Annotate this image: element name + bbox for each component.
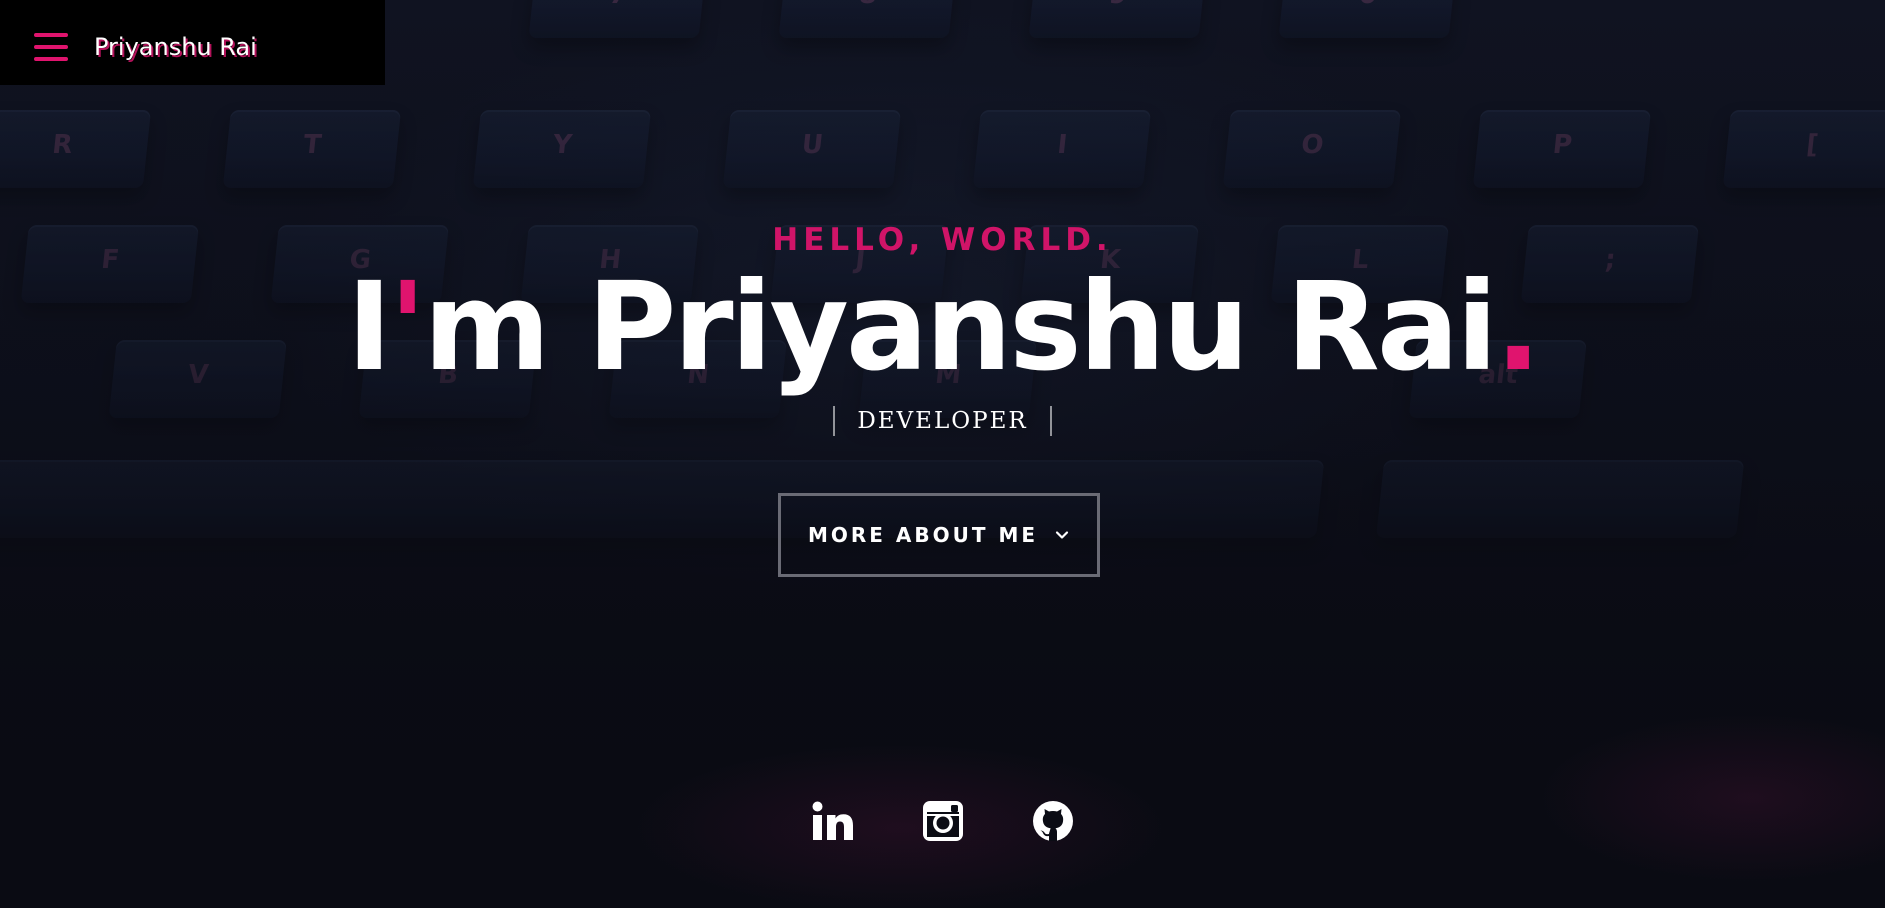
linkedin-link[interactable] — [812, 800, 854, 842]
hero-greeting: HELLO, WORLD. — [772, 222, 1113, 258]
hero-content: HELLO, WORLD. I'm Priyanshu Rai. DEVELOP… — [0, 0, 1885, 908]
hero-title: I'm Priyanshu Rai. — [0, 262, 1885, 392]
top-bar: Priyanshu Rai — [0, 0, 385, 85]
github-icon — [1032, 801, 1073, 841]
title-prefix: I — [346, 256, 392, 398]
more-about-me-button[interactable]: MORE ABOUT ME — [778, 493, 1100, 577]
site-brand[interactable]: Priyanshu Rai — [94, 33, 257, 61]
more-about-me-label: MORE ABOUT ME — [807, 523, 1039, 547]
role-wrapper: DEVELOPER — [0, 406, 1885, 436]
title-apostrophe: ' — [389, 256, 426, 398]
linkedin-icon — [812, 801, 853, 840]
instagram-icon — [922, 801, 963, 841]
social-links — [0, 800, 1885, 842]
hero-role: DEVELOPER — [833, 406, 1052, 436]
title-name: m Priyanshu Rai — [423, 256, 1498, 398]
hamburger-menu-icon[interactable] — [34, 33, 68, 63]
hero-section: 7 8 9 0 R T Y U I O P [ F G H J K L ; V … — [0, 0, 1885, 908]
title-period: . — [1495, 256, 1541, 398]
github-link[interactable] — [1032, 800, 1074, 842]
instagram-link[interactable] — [922, 800, 964, 842]
chevron-down-icon — [1055, 531, 1069, 539]
